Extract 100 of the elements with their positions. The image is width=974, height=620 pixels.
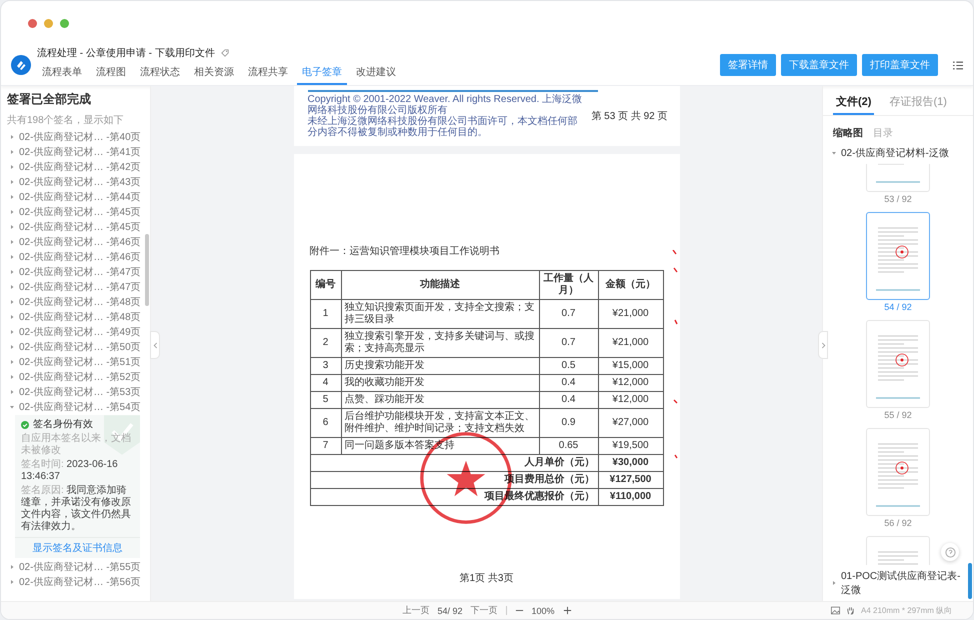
table-cell: 后台维护功能模块开发，支持富文本正文、附件维护、维护时间记录；支持文档失效 (341, 408, 539, 438)
view-tab[interactable]: 缩略图 (833, 126, 863, 140)
nav-tab[interactable]: 相关资源 (189, 62, 239, 84)
scrollbar-thumb[interactable] (968, 563, 972, 599)
signature-item[interactable]: 02-供应商登记材… -第51页 (7, 354, 150, 369)
close-icon[interactable] (28, 18, 37, 28)
page-label: 54 / 92 (884, 302, 912, 312)
signature-count: 共有198个签名，显示如下 (7, 114, 125, 127)
nav-tab[interactable]: 流程共享 (243, 62, 293, 84)
view-tab[interactable]: 目录 (873, 126, 893, 140)
zoom-in-icon[interactable] (562, 606, 572, 615)
nav-tab[interactable]: 流程图 (91, 62, 131, 84)
signature-item[interactable]: 02-供应商登记材… -第44页 (7, 189, 150, 204)
table-cell: 独立知识搜索页面开发，支持全文搜索；支持三级目录 (341, 300, 539, 328)
signature-status: 签名身份有效 (33, 419, 93, 431)
signature-item[interactable]: 02-供应商登记材… -第43页 (7, 174, 150, 189)
page-footer: 第1页 共3页 (310, 571, 664, 585)
signature-item[interactable]: 02-供应商登记材… -第54页 (7, 399, 150, 414)
table-cell: ¥110,000 (598, 488, 663, 506)
maximize-icon[interactable] (60, 18, 69, 28)
image-icon[interactable] (831, 606, 840, 615)
file-tree-item[interactable]: 02-供应商登记材料-泛微 (831, 142, 965, 164)
signature-reason: 签名原因: 我同意添加骑缝章，并承诺没有修改原文件内容，该文件仍然具有法律效力。 (21, 485, 132, 533)
app-logo-icon (11, 55, 31, 75)
table-cell: ¥12,000 (598, 374, 663, 392)
table-cell: ¥21,000 (598, 300, 663, 328)
copyright-notice: 未经上海泛微网络科技股份有限公司书面许可，本文档任何部分内容不得被复制或种数用于任何目的。 (308, 116, 578, 138)
table-cell: 3 (310, 358, 341, 374)
signature-item[interactable]: 02-供应商登记材… -第49页 (7, 324, 150, 339)
nav-tab[interactable]: 改进建议 (351, 62, 401, 84)
signature-item[interactable]: 02-供应商登记材… -第53页 (7, 384, 150, 399)
collapse-handle[interactable] (150, 331, 160, 359)
signature-time: 签名时间: 2023-06-16 13:46:37 (21, 459, 119, 483)
table-header: 工作量（人月） (539, 270, 598, 300)
next-page-button[interactable]: 下一页 (470, 604, 498, 617)
table-cell: 0.7 (539, 300, 598, 328)
table-header: 编号 (310, 270, 341, 300)
check-circle-icon (21, 421, 29, 429)
signature-item[interactable]: 02-供应商登记材… -第45页 (7, 219, 150, 234)
help-button[interactable] (941, 543, 959, 561)
signature-item[interactable]: 02-供应商登记材… -第48页 (7, 294, 150, 309)
table-cell: ¥12,000 (598, 392, 663, 408)
signature-item[interactable]: 02-供应商登记材… -第47页 (7, 279, 150, 294)
scrollbar-thumb[interactable] (145, 234, 149, 306)
signature-item[interactable]: 02-供应商登记材… -第55页 (7, 559, 150, 574)
window-title: 流程处理 - 公章使用申请 - 下载用印文件 (37, 46, 215, 60)
signature-item[interactable]: 02-供应商登记材… -第48页 (7, 309, 150, 324)
document-heading: 附件一：运营知识管理模块项目工作说明书 (310, 244, 500, 258)
nav-tab[interactable]: 流程状态 (135, 62, 185, 84)
table-cell: 0.7 (539, 328, 598, 358)
signature-item[interactable]: 02-供应商登记材… -第40页 (7, 129, 150, 144)
tag-icon[interactable] (220, 48, 229, 56)
header-button[interactable]: 打印盖章文件 (862, 54, 938, 76)
file-tree-item[interactable]: 01-POC测试供应商登记表-泛微 (831, 565, 965, 601)
table-cell: 6 (310, 408, 341, 438)
table-header: 金额（元） (598, 270, 663, 300)
table-cell: 4 (310, 374, 341, 392)
signature-item[interactable]: 02-供应商登记材… -第45页 (7, 204, 150, 219)
table-cell: ¥27,000 (598, 408, 663, 438)
panel-tab[interactable]: 存证报告(1) (886, 92, 950, 115)
help-icon (944, 546, 956, 558)
signature-item[interactable]: 02-供应商登记材… -第42页 (7, 159, 150, 174)
signature-item[interactable]: 02-供应商登记材… -第52页 (7, 369, 150, 384)
signature-item[interactable]: 02-供应商登记材… -第56页 (7, 574, 150, 589)
table-cell: ¥127,500 (598, 472, 663, 488)
signature-item[interactable]: 02-供应商登记材… -第47页 (7, 264, 150, 279)
certificate-link[interactable]: 显示签名及证书信息 (15, 537, 140, 558)
table-cell: 我的收藏功能开发 (341, 374, 539, 392)
signature-status-note: 自应用本签名以来，文档未被修改 (21, 433, 132, 457)
signature-item[interactable]: 02-供应商登记材… -第50页 (7, 339, 150, 354)
table-cell: 0.4 (539, 374, 598, 392)
table-cell: 1 (310, 300, 341, 328)
page-thumbnail[interactable] (866, 212, 930, 300)
table-cell: 点赞、踩功能开发 (341, 392, 539, 408)
hand-icon[interactable] (846, 606, 855, 615)
table-cell: 0.65 (539, 438, 598, 454)
panel-tab[interactable]: 文件(2) (833, 92, 874, 115)
menu-icon[interactable] (953, 60, 963, 70)
signature-item[interactable]: 02-供应商登记材… -第41页 (7, 144, 150, 159)
previous-page-button[interactable]: 上一页 (402, 604, 430, 617)
header-button[interactable]: 签署详情 (720, 54, 776, 76)
table-cell: ¥15,000 (598, 358, 663, 374)
page-label: 55 / 92 (884, 410, 912, 420)
expand-handle[interactable] (818, 331, 828, 359)
table-cell: 7 (310, 438, 341, 454)
minimize-icon[interactable] (44, 18, 53, 28)
table-cell: 5 (310, 392, 341, 408)
sidebar-title: 签署已全部完成 (7, 91, 92, 108)
signature-item[interactable]: 02-供应商登记材… -第46页 (7, 249, 150, 264)
header-button[interactable]: 下载盖章文件 (781, 54, 857, 76)
table-cell: ¥21,000 (598, 328, 663, 358)
paper-size: A4 210mm * 297mm 纵向 (861, 605, 952, 616)
nav-tab[interactable]: 流程表单 (37, 62, 87, 84)
page-indicator: 54/ 92 (437, 606, 462, 616)
table-cell: ¥30,000 (598, 454, 663, 472)
signature-item[interactable]: 02-供应商登记材… -第46页 (7, 234, 150, 249)
copyright-text: Copyright © 2001-2022 Weaver. All rights Reserved. 上海泛微网络科技股份有限公司版权所有 (308, 94, 584, 116)
table-cell: 2 (310, 328, 341, 358)
table-cell: 独立搜索引擎开发，支持多关键词与、或搜索；支持高亮显示 (341, 328, 539, 358)
zoom-level: 100% (532, 606, 555, 616)
